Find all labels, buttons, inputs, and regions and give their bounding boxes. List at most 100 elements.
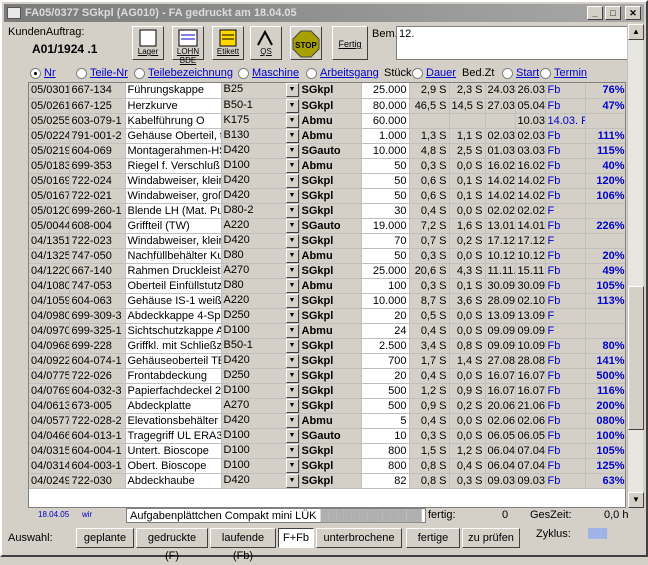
cell-machine[interactable]: D420 ▼ bbox=[221, 188, 300, 204]
cell-machine[interactable]: B130 ▼ bbox=[221, 128, 300, 144]
sort-dauer-radio[interactable]: Dauer bbox=[412, 67, 456, 79]
dropdown-arrow-icon[interactable]: ▼ bbox=[285, 398, 298, 412]
scroll-down-icon[interactable]: ▼ bbox=[628, 492, 644, 508]
dropdown-arrow-icon[interactable]: ▼ bbox=[285, 278, 298, 292]
cell-machine[interactable]: D100 ▼ bbox=[221, 383, 300, 399]
sort-termin-radio[interactable]: Termin bbox=[540, 67, 587, 79]
vertical-scrollbar[interactable]: ▲ ▼ bbox=[627, 24, 644, 508]
dropdown-arrow-icon[interactable]: ▼ bbox=[285, 473, 298, 487]
cell-machine[interactable]: D420 ▼ bbox=[221, 143, 300, 159]
cell-machine[interactable]: D80 ▼ bbox=[221, 248, 300, 264]
table-row[interactable]: 04/1059604-063Gehäuse IS-1 weiß PKA220 ▼S… bbox=[29, 293, 625, 309]
table-row[interactable]: 04/1325747-050Nachfüllbehälter KupplD80 ▼… bbox=[29, 248, 625, 264]
sort-arbeitsgang-radio[interactable]: Arbeitsgang bbox=[306, 67, 379, 79]
cell-machine[interactable]: D420 ▼ bbox=[221, 173, 300, 189]
dropdown-arrow-icon[interactable]: ▼ bbox=[285, 83, 298, 97]
dropdown-arrow-icon[interactable]: ▼ bbox=[285, 368, 298, 382]
scroll-up-icon[interactable]: ▲ bbox=[628, 24, 644, 40]
cell-machine[interactable]: D100 ▼ bbox=[221, 458, 300, 474]
dropdown-arrow-icon[interactable]: ▼ bbox=[285, 443, 298, 457]
sort-teilenr-radio[interactable]: Teile-Nr bbox=[76, 67, 128, 79]
table-row[interactable]: 05/0224791-001-2Gehäuse Oberteil, taubB1… bbox=[29, 128, 625, 144]
cell-machine[interactable]: D100 ▼ bbox=[221, 443, 300, 459]
table-row[interactable]: 05/0255 603-079-1 Kabelführung O K175 ▼ Abmu 6… bbox=[29, 113, 625, 129]
filter-unterbrochene-button[interactable]: unterbrochene bbox=[316, 528, 402, 548]
table-row[interactable]: 05/0169722-024Windabweiser, klein UD420 ▼… bbox=[29, 173, 625, 189]
table-row[interactable]: 05/0261 667-125 Herzkurve B50-1 ▼ SGkpl 80.000… bbox=[29, 98, 625, 114]
dropdown-arrow-icon[interactable]: ▼ bbox=[285, 308, 298, 322]
sort-teilebezeichnung-radio[interactable]: Teilebezeichnung bbox=[134, 67, 233, 79]
dropdown-arrow-icon[interactable]: ▼ bbox=[285, 458, 298, 472]
qs-button[interactable]: QS bbox=[250, 26, 282, 60]
dropdown-arrow-icon[interactable]: ▼ bbox=[285, 293, 298, 307]
table-row[interactable]: 04/0314 604-003-1 Obert. Bioscope D100 ▼ SGkp… bbox=[29, 458, 625, 474]
table-row[interactable]: 04/0249 722-030 Abdeckhaube D420 ▼ SGkpl 82 0,8… bbox=[29, 473, 625, 489]
etikett-button[interactable]: Etikett bbox=[212, 26, 244, 60]
table-row[interactable]: 04/0577 722-028-2 Elevationsbehälter D420 ▼ A… bbox=[29, 413, 625, 429]
table-row[interactable]: 04/0769 604-032-3 Papierfachdeckel 2 D100 ▼ S… bbox=[29, 383, 625, 399]
table-row[interactable]: 04/0775 722-026 Frontabdeckung D250 ▼ SGkpl 20… bbox=[29, 368, 625, 384]
dropdown-arrow-icon[interactable]: ▼ bbox=[285, 143, 298, 157]
table-row[interactable]: 04/0980699-309-3Abdeckkappe 4-SpeicD250 ▼… bbox=[29, 308, 625, 324]
dropdown-arrow-icon[interactable]: ▼ bbox=[285, 203, 298, 217]
cell-machine[interactable]: D250 ▼ bbox=[221, 308, 300, 324]
dropdown-arrow-icon[interactable]: ▼ bbox=[285, 428, 298, 442]
dropdown-arrow-icon[interactable]: ▼ bbox=[285, 323, 298, 337]
filter-fertige-button[interactable]: fertige bbox=[406, 528, 460, 548]
filter-ffb-button[interactable]: F+Fb bbox=[278, 528, 314, 548]
table-row[interactable]: 04/0613 673-005 Abdeckplatte A270 ▼ SGkpl 500 0… bbox=[29, 398, 625, 414]
dropdown-arrow-icon[interactable]: ▼ bbox=[285, 128, 298, 142]
dropdown-arrow-icon[interactable]: ▼ bbox=[285, 98, 298, 112]
lager-button[interactable]: Lager bbox=[132, 26, 164, 60]
dropdown-arrow-icon[interactable]: ▼ bbox=[285, 338, 298, 352]
filter-zupruefen-button[interactable]: zu prüfen bbox=[462, 528, 520, 548]
cell-machine[interactable]: D100 ▼ bbox=[221, 428, 300, 444]
cell-machine[interactable]: A270 ▼ bbox=[221, 263, 300, 279]
cell-machine[interactable]: A220 ▼ bbox=[221, 293, 300, 309]
maximize-button[interactable]: □ bbox=[605, 6, 621, 20]
cell-machine[interactable]: D250 ▼ bbox=[221, 368, 300, 384]
sort-start-radio[interactable]: Start bbox=[502, 67, 539, 79]
table-row[interactable]: 04/0315 604-004-1 Untert. Bioscope D100 ▼ SGk… bbox=[29, 443, 625, 459]
sort-nr-radio[interactable]: Nr bbox=[30, 67, 56, 79]
cell-machine[interactable]: D80-2 ▼ bbox=[221, 203, 300, 219]
dropdown-arrow-icon[interactable]: ▼ bbox=[285, 233, 298, 247]
table-row[interactable]: 05/0183699-353Riegel f. Verschluß DaD100… bbox=[29, 158, 625, 174]
table-row[interactable]: 05/0301 667-134 Führungskappe B25 ▼ SGkpl 25.0… bbox=[29, 83, 625, 99]
dropdown-arrow-icon[interactable]: ▼ bbox=[285, 188, 298, 202]
dropdown-arrow-icon[interactable]: ▼ bbox=[285, 218, 298, 232]
cell-machine[interactable]: D100 ▼ bbox=[221, 158, 300, 174]
cell-machine[interactable]: B25 ▼ bbox=[221, 83, 300, 99]
stop-button[interactable]: STOP bbox=[290, 26, 322, 60]
cell-machine[interactable]: K175 ▼ bbox=[221, 113, 300, 129]
table-row[interactable]: 05/0044 608-004 Griffteil (TW) A220 ▼ SGauto 1… bbox=[29, 218, 625, 234]
table-row[interactable]: 05/0219604-069Montagerahmen-HSKD420 ▼SGau… bbox=[29, 143, 625, 159]
table-row[interactable]: 04/0970699-325-1Sichtschutzkappe AudD100… bbox=[29, 323, 625, 339]
cell-machine[interactable]: D420 ▼ bbox=[221, 473, 300, 489]
table-row[interactable]: 04/0922604-074-1Gehäuseoberteil TEL2D420… bbox=[29, 353, 625, 369]
table-row[interactable]: 04/1351722-023Windabweiser, klein OD420 ▼… bbox=[29, 233, 625, 249]
cell-machine[interactable]: D420 ▼ bbox=[221, 233, 300, 249]
cell-machine[interactable]: A220 ▼ bbox=[221, 218, 300, 234]
dropdown-arrow-icon[interactable]: ▼ bbox=[285, 158, 298, 172]
bem-field[interactable]: 12. bbox=[396, 26, 640, 60]
table-row[interactable]: 05/0167722-021Windabweiser, groß UD420 ▼S… bbox=[29, 188, 625, 204]
dropdown-arrow-icon[interactable]: ▼ bbox=[285, 173, 298, 187]
table-row[interactable]: 04/1080747-053Oberteil EinfüllstutzenD80… bbox=[29, 278, 625, 294]
cell-machine[interactable]: D80 ▼ bbox=[221, 278, 300, 294]
lohn-bde-button[interactable]: LOHN BDE bbox=[172, 26, 204, 65]
table-row[interactable]: 04/1220667-140Rahmen Druckleiste RA270 ▼S… bbox=[29, 263, 625, 279]
table-row[interactable]: 04/0466604-013-1Tragegriff UL ERA300D100… bbox=[29, 428, 625, 444]
table-row[interactable]: 04/0968699-228Griffkl. mit Schließzyl. F… bbox=[29, 338, 625, 354]
dropdown-arrow-icon[interactable]: ▼ bbox=[285, 413, 298, 427]
scroll-thumb[interactable] bbox=[628, 286, 644, 430]
filter-geplante-button[interactable]: geplante bbox=[76, 528, 134, 548]
dropdown-arrow-icon[interactable]: ▼ bbox=[285, 113, 298, 127]
fertig-button[interactable]: Fertig bbox=[332, 26, 368, 60]
dropdown-arrow-icon[interactable]: ▼ bbox=[285, 353, 298, 367]
dropdown-arrow-icon[interactable]: ▼ bbox=[285, 383, 298, 397]
sort-maschine-radio[interactable]: Maschine bbox=[238, 67, 299, 79]
cell-machine[interactable]: D100 ▼ bbox=[221, 323, 300, 339]
title-bar[interactable]: FA05/0377 SGkpl (AG010) - FA gedruckt am… bbox=[4, 4, 644, 22]
minimize-button[interactable]: _ bbox=[587, 6, 603, 20]
